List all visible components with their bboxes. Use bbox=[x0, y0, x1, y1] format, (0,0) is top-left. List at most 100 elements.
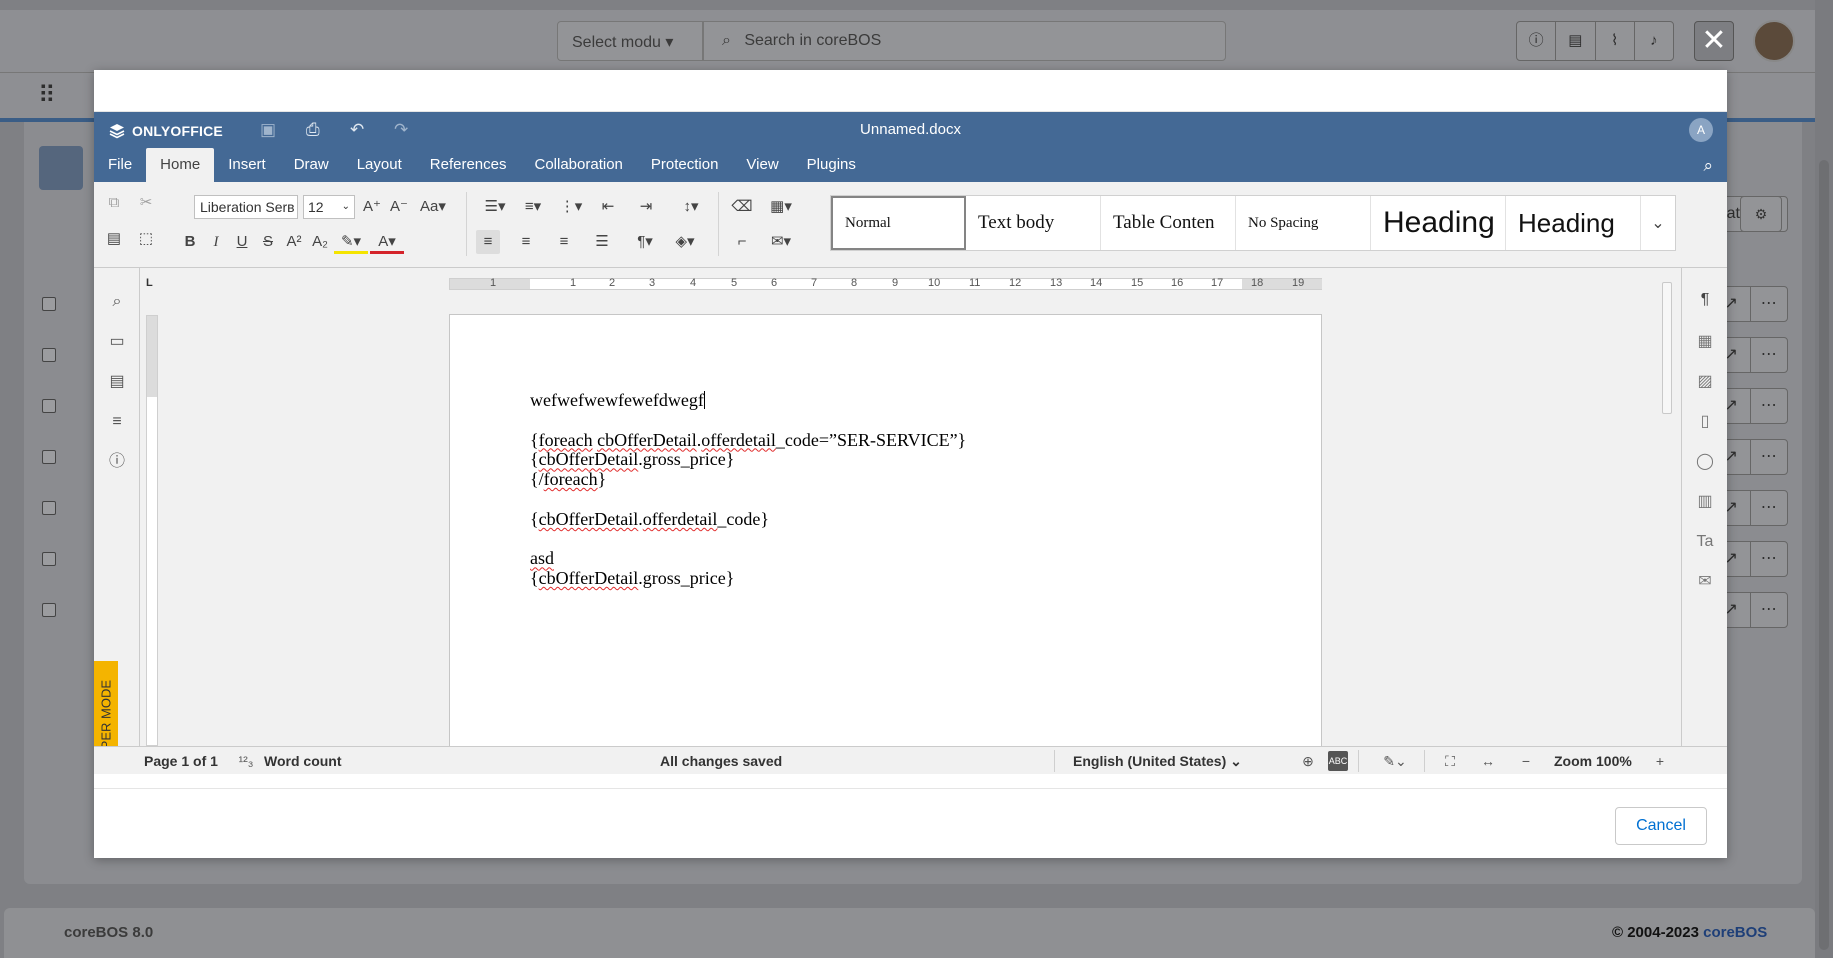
tab-collaboration[interactable]: Collaboration bbox=[520, 148, 636, 182]
row-checkbox[interactable] bbox=[42, 297, 56, 311]
track-changes-icon[interactable]: ✎⌄ bbox=[1378, 751, 1412, 771]
style-table-contents[interactable]: Table Conten bbox=[1101, 196, 1236, 250]
tab-home[interactable]: Home bbox=[146, 148, 215, 182]
tab-protection[interactable]: Protection bbox=[637, 148, 733, 182]
more-icon[interactable]: ⋯ bbox=[1751, 389, 1788, 423]
cancel-button[interactable]: Cancel bbox=[1615, 807, 1707, 845]
font-color-icon[interactable]: A▾ bbox=[370, 230, 404, 254]
row-checkbox[interactable] bbox=[42, 348, 56, 362]
bullet-list-icon[interactable]: ☰▾ bbox=[478, 195, 512, 219]
decrease-font-icon[interactable]: A⁻ bbox=[387, 195, 411, 219]
font-name-select[interactable]: Liberation Serв bbox=[194, 195, 298, 219]
zoom-out-icon[interactable]: − bbox=[1516, 751, 1536, 771]
zoom-level[interactable]: Zoom 100% bbox=[1554, 753, 1632, 769]
word-count-button[interactable]: Word count bbox=[264, 753, 342, 769]
cut-icon[interactable]: ✂ bbox=[134, 191, 158, 215]
close-icon[interactable]: ✕ bbox=[1694, 21, 1734, 61]
row-checkbox[interactable] bbox=[42, 399, 56, 413]
more-icon[interactable]: ⋯ bbox=[1751, 542, 1788, 576]
italic-icon[interactable]: I bbox=[204, 230, 228, 254]
tab-stop-icon[interactable]: L bbox=[146, 277, 158, 289]
chart-settings-icon[interactable]: ▥ bbox=[1693, 490, 1717, 514]
tab-references[interactable]: References bbox=[416, 148, 521, 182]
bell-icon[interactable]: ♪ bbox=[1635, 22, 1673, 60]
row-checkbox[interactable] bbox=[42, 450, 56, 464]
document-body[interactable]: wefwefwewfewefdwegf {foreach cbOfferDeta… bbox=[530, 390, 966, 589]
tab-view[interactable]: View bbox=[732, 148, 792, 182]
paste-icon[interactable]: ▤ bbox=[102, 227, 126, 251]
language-select[interactable]: English (United States) ⌄ bbox=[1073, 753, 1242, 770]
style-normal[interactable]: Normal bbox=[831, 196, 966, 250]
style-heading-2[interactable]: Heading bbox=[1506, 196, 1641, 250]
header-footer-icon[interactable]: ▯ bbox=[1693, 410, 1717, 434]
global-search[interactable]: ⌕ Search in coreBOS bbox=[703, 21, 1226, 61]
mail-merge-icon[interactable]: ✉▾ bbox=[764, 230, 798, 254]
navigation-icon[interactable]: ≡ bbox=[105, 410, 129, 434]
globe-icon[interactable]: ⊕ bbox=[1298, 751, 1318, 771]
document-scrollbar[interactable] bbox=[1661, 268, 1673, 746]
subscript-icon[interactable]: A₂ bbox=[308, 230, 332, 254]
fit-width-icon[interactable]: ↔ bbox=[1478, 751, 1498, 771]
more-icon[interactable]: ⋯ bbox=[1751, 491, 1788, 525]
info-icon[interactable]: ⓘ bbox=[1517, 22, 1557, 60]
more-icon[interactable]: ⋯ bbox=[1751, 593, 1788, 627]
tab-insert[interactable]: Insert bbox=[214, 148, 280, 182]
style-no-spacing[interactable]: No Spacing bbox=[1236, 196, 1371, 250]
nonprinting-characters-icon[interactable]: ¶▾ bbox=[628, 230, 662, 254]
style-heading-1[interactable]: Heading bbox=[1371, 196, 1506, 250]
fit-page-icon[interactable]: ⛶ bbox=[1440, 751, 1460, 771]
increase-indent-icon[interactable]: ⇥ bbox=[634, 195, 658, 219]
copy-style-icon[interactable]: ⌐ bbox=[730, 230, 754, 254]
increase-font-icon[interactable]: A⁺ bbox=[360, 195, 384, 219]
tab-plugins[interactable]: Plugins bbox=[793, 148, 870, 182]
change-case-icon[interactable]: Aa▾ bbox=[416, 195, 450, 219]
more-icon[interactable]: ⋯ bbox=[1751, 440, 1788, 474]
font-size-select[interactable]: 12 ⌄ bbox=[303, 195, 355, 219]
shading-icon[interactable]: ◈▾ bbox=[668, 230, 702, 254]
settings-gear-icon[interactable]: ⚙ bbox=[1740, 196, 1782, 232]
paragraph-settings-icon[interactable]: ¶ bbox=[1693, 288, 1717, 312]
bold-icon[interactable]: B bbox=[178, 230, 202, 254]
search-icon[interactable]: ⌕ bbox=[105, 290, 129, 314]
strikethrough-icon[interactable]: S bbox=[256, 230, 280, 254]
copy-icon[interactable]: ⧉ bbox=[102, 191, 126, 215]
text-art-icon[interactable]: Ta bbox=[1693, 530, 1717, 554]
row-checkbox[interactable] bbox=[42, 552, 56, 566]
zoom-in-icon[interactable]: + bbox=[1650, 751, 1670, 771]
info-icon[interactable]: ⓘ bbox=[105, 450, 129, 474]
align-center-icon[interactable]: ≡ bbox=[514, 230, 538, 254]
user-avatar[interactable]: A bbox=[1689, 118, 1713, 142]
app-launcher-icon[interactable]: ⠿ bbox=[38, 82, 66, 110]
image-settings-icon[interactable]: ▨ bbox=[1693, 370, 1717, 394]
table-settings-icon[interactable]: ▦ bbox=[1693, 330, 1717, 354]
align-right-icon[interactable]: ≡ bbox=[552, 230, 576, 254]
spellcheck-icon[interactable]: ABC bbox=[1328, 751, 1348, 771]
decrease-indent-icon[interactable]: ⇤ bbox=[596, 195, 620, 219]
underline-icon[interactable]: U bbox=[230, 230, 254, 254]
avatar[interactable] bbox=[1753, 20, 1795, 62]
tab-draw[interactable]: Draw bbox=[280, 148, 343, 182]
superscript-icon[interactable]: A² bbox=[282, 230, 306, 254]
row-checkbox[interactable] bbox=[42, 603, 56, 617]
shape-settings-icon[interactable]: ◯ bbox=[1693, 450, 1717, 474]
multilevel-list-icon[interactable]: ⋮▾ bbox=[554, 195, 588, 219]
vertical-ruler[interactable] bbox=[146, 315, 158, 746]
select-all-icon[interactable]: ⬚ bbox=[134, 227, 158, 251]
search-icon[interactable]: ⌕ bbox=[1703, 156, 1713, 176]
mail-merge-icon[interactable]: ✉ bbox=[1693, 570, 1717, 594]
style-text-body[interactable]: Text body bbox=[966, 196, 1101, 250]
module-select[interactable]: Select modu ▾ bbox=[557, 21, 703, 61]
justify-icon[interactable]: ☰ bbox=[590, 230, 614, 254]
more-icon[interactable]: ⋯ bbox=[1751, 338, 1788, 372]
comments-icon[interactable]: ▭ bbox=[105, 330, 129, 354]
paperclip-icon[interactable]: ⌇ bbox=[1596, 22, 1635, 60]
page-scrollbar[interactable] bbox=[1815, 0, 1833, 958]
page-indicator[interactable]: Page 1 of 1 bbox=[144, 753, 218, 769]
horizontal-ruler[interactable]: 1 1 2 3 4 5 6 7 8 9 10 11 12 13 14 15 16… bbox=[449, 277, 1322, 290]
clear-style-icon[interactable]: ⌫ bbox=[730, 195, 754, 219]
tab-layout[interactable]: Layout bbox=[343, 148, 416, 182]
align-left-icon[interactable]: ≡ bbox=[476, 230, 500, 254]
clipboard-icon[interactable]: ▤ bbox=[1556, 22, 1596, 60]
more-icon[interactable]: ⋯ bbox=[1751, 287, 1788, 321]
line-spacing-icon[interactable]: ↕▾ bbox=[674, 195, 708, 219]
